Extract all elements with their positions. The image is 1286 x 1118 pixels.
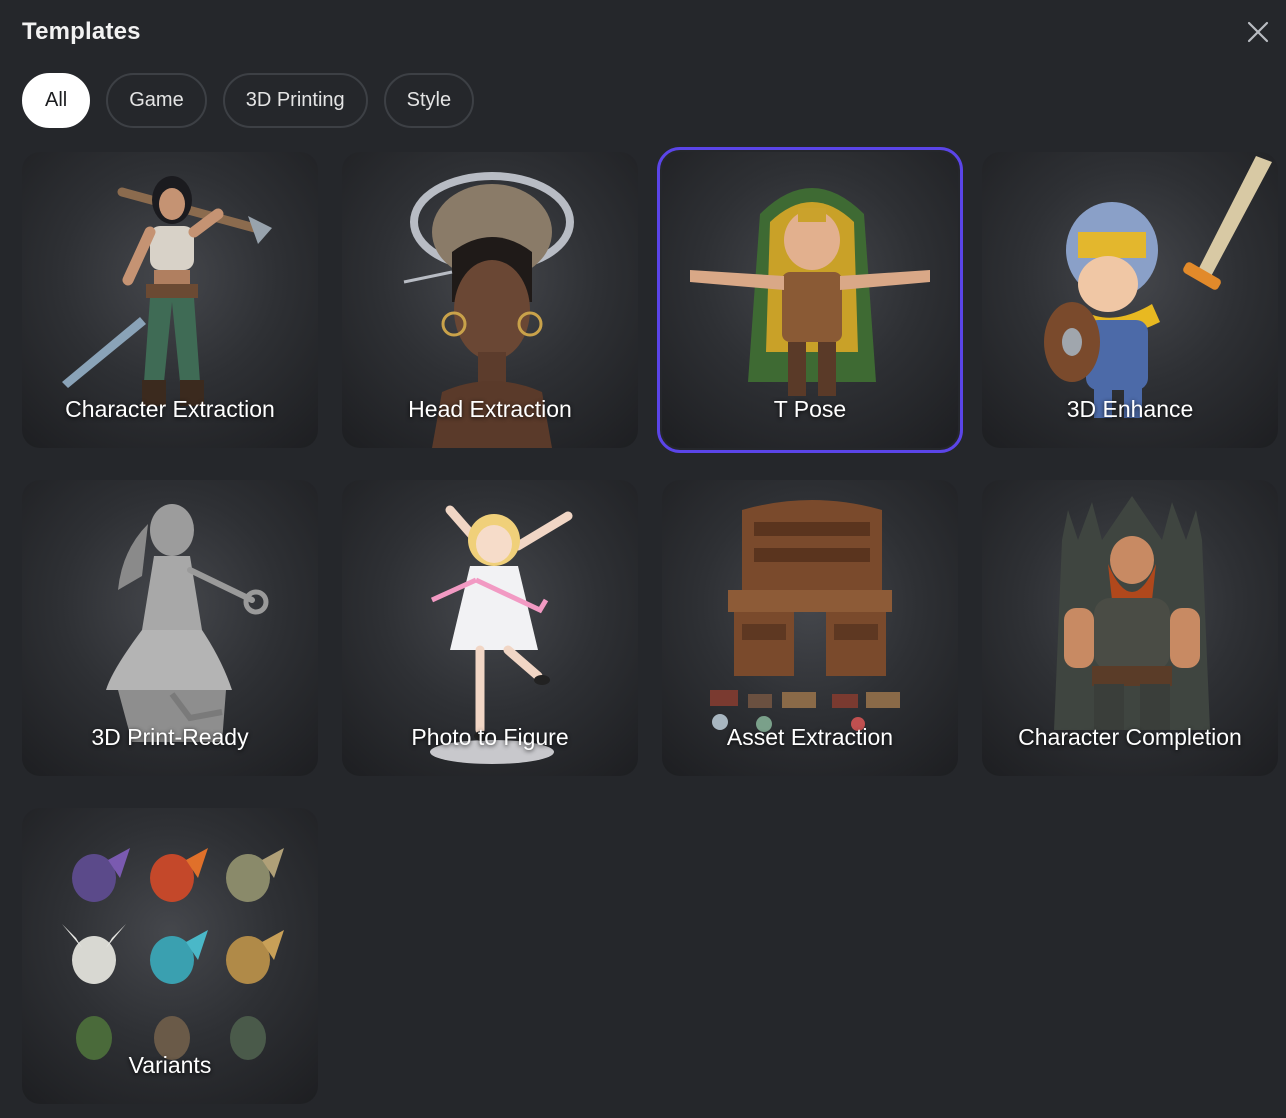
template-label: 3D Enhance	[1066, 396, 1194, 422]
templates-grid: Character Extraction Head Extraction T P…	[22, 147, 1278, 1104]
template-card-photo-to-figure[interactable]: Photo to Figure	[342, 480, 638, 776]
template-card-t-pose[interactable]: T Pose	[657, 147, 963, 453]
template-card-character-extraction[interactable]: Character Extraction	[22, 152, 318, 448]
template-card-asset-extraction[interactable]: Asset Extraction	[662, 480, 958, 776]
template-card-3d-print-ready[interactable]: 3D Print-Ready	[22, 480, 318, 776]
tab-style[interactable]: Style	[383, 73, 475, 128]
panel-title: Templates	[22, 18, 141, 45]
template-label: Asset Extraction	[726, 724, 894, 750]
template-label: Photo to Figure	[411, 724, 569, 750]
template-label: T Pose	[773, 396, 847, 422]
templates-panel: Templates All Game 3D Printing Style Cha…	[0, 0, 1286, 1118]
template-card-variants[interactable]: Variants	[22, 808, 318, 1104]
close-button[interactable]	[1242, 16, 1274, 48]
template-card-3d-enhance[interactable]: 3D Enhance	[982, 152, 1278, 448]
tab-all[interactable]: All	[22, 73, 91, 128]
template-card-character-completion[interactable]: Character Completion	[982, 480, 1278, 776]
tab-game[interactable]: Game	[106, 73, 207, 128]
close-icon	[1247, 21, 1269, 43]
template-label: Variants	[128, 1052, 212, 1078]
category-tabs: All Game 3D Printing Style	[22, 73, 475, 128]
template-card-head-extraction[interactable]: Head Extraction	[342, 152, 638, 448]
template-label: Character Completion	[1018, 724, 1242, 750]
template-label: Head Extraction	[408, 396, 572, 422]
tab-3d-printing[interactable]: 3D Printing	[222, 73, 368, 128]
template-label: 3D Print-Ready	[91, 724, 249, 750]
template-label: Character Extraction	[65, 396, 275, 422]
